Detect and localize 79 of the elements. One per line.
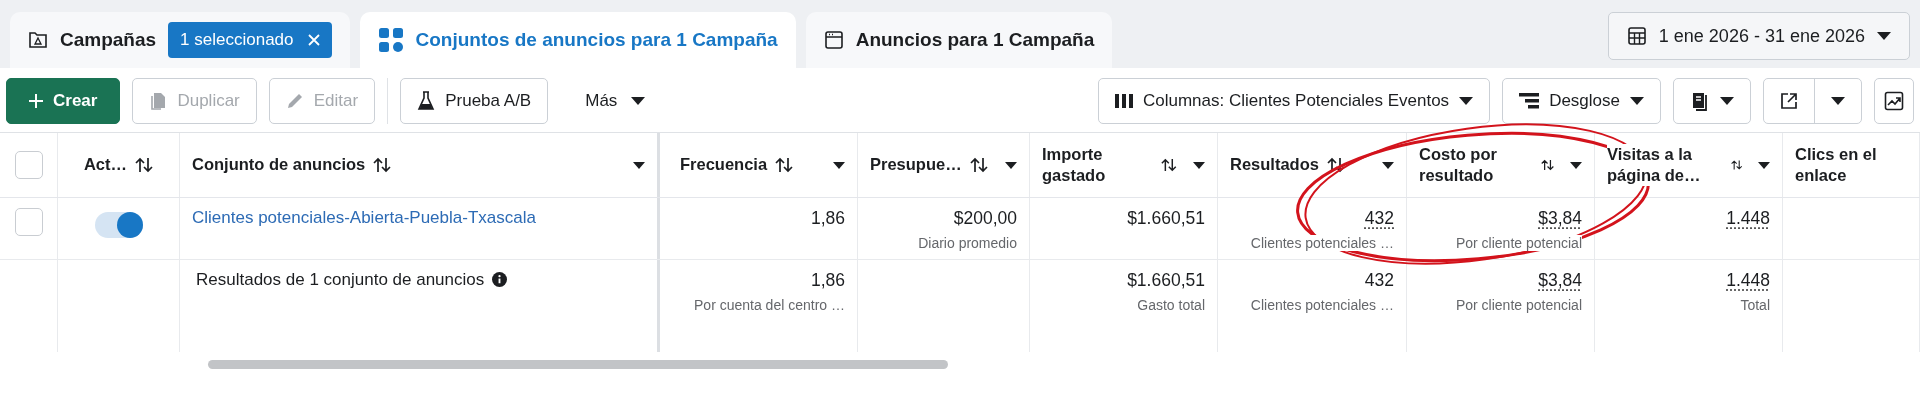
metric-caption: Por cliente potencial (1455, 235, 1582, 251)
metric-value: 1,86 (810, 208, 845, 229)
selection-badge: 1 seleccionado (168, 22, 332, 58)
metric-value: $200,00 (953, 208, 1017, 229)
metric-value: $3,84 (1538, 208, 1582, 229)
toolbar-dropdown[interactable]: Desglose (1502, 78, 1661, 124)
toolbar-dropdown[interactable] (1673, 78, 1751, 124)
caret-icon (1630, 97, 1644, 105)
column-header[interactable]: Frecuencia (668, 133, 858, 197)
caret-icon[interactable] (1758, 161, 1770, 169)
caret-icon[interactable] (1193, 161, 1205, 169)
caret-icon[interactable] (1382, 161, 1394, 169)
scrollbar-thumb[interactable] (208, 359, 948, 369)
tab[interactable]: Campañas 1 seleccionado (10, 12, 350, 68)
metric-value: $3,84 (1538, 270, 1582, 291)
toolbar-dropdown[interactable]: Columnas: Clientes Potenciales Eventos (1097, 78, 1491, 124)
sort-icon[interactable] (1326, 157, 1345, 173)
pencil-icon (285, 92, 304, 110)
metric-caption: Diario promedio (918, 235, 1017, 251)
caret-icon (1459, 97, 1474, 105)
breakdown-icon (1519, 93, 1540, 109)
metric-caption: Por cliente potencial (1455, 297, 1582, 313)
info-icon (492, 272, 508, 287)
select-all-checkbox[interactable] (14, 151, 43, 179)
caret-icon (1720, 97, 1734, 105)
metric-value: 432 (1364, 208, 1394, 229)
sort-icon[interactable] (1540, 157, 1554, 173)
metric-caption: Total (1740, 297, 1770, 313)
toggle-switch[interactable] (94, 212, 143, 238)
ad-set-link[interactable]: Clientes potenciales-Abierta-Puebla-Txascala (192, 208, 536, 259)
tab[interactable]: Anuncios para 1 Campaña (805, 12, 1113, 68)
line-chart-icon (1884, 91, 1904, 111)
export-split-button[interactable] (1763, 78, 1862, 124)
caret-icon[interactable] (833, 161, 845, 169)
column-header[interactable]: Resultados (1218, 133, 1407, 197)
grid-icon (377, 27, 404, 53)
sort-icon[interactable] (373, 157, 392, 173)
caret-icon (1877, 32, 1891, 40)
row-checkbox[interactable] (14, 208, 43, 236)
column-header[interactable]: Importe gastado (1030, 133, 1218, 197)
metric-caption: Gasto total (1137, 297, 1205, 313)
window-icon (823, 30, 844, 50)
column-header[interactable]: Presupue… (858, 133, 1030, 197)
metric-caption: Clientes potenciales … (1250, 235, 1394, 251)
metric-value: 1.448 (1726, 270, 1770, 291)
column-header[interactable]: Conjunto de anuncios (180, 133, 660, 197)
caret-icon[interactable] (1005, 161, 1017, 169)
plus-icon (29, 94, 43, 108)
close-icon[interactable] (307, 34, 320, 46)
sort-icon[interactable] (969, 157, 988, 173)
column-header[interactable]: Visitas a la página de… (1595, 133, 1783, 197)
flask-icon (417, 91, 436, 111)
toolbar-button[interactable]: Prueba A/B (400, 78, 549, 124)
toolbar-button[interactable]: Crear (6, 78, 121, 124)
export-icon (1780, 92, 1798, 110)
book-icon (1690, 91, 1710, 111)
date-range-button[interactable]: 1 ene 2026 - 31 ene 2026 (1607, 12, 1910, 60)
column-header[interactable]: Act… (58, 133, 180, 197)
tab[interactable]: Conjuntos de anuncios para 1 Campaña (359, 12, 796, 68)
caret-icon[interactable] (633, 161, 645, 169)
column-header[interactable]: Costo por resultado (1407, 133, 1595, 197)
metric-caption: Clientes potenciales … (1250, 297, 1394, 313)
metric-value: $1.660,51 (1127, 270, 1205, 291)
folder-icon (28, 31, 48, 49)
summary-label: Resultados de 1 conjunto de anuncios (196, 270, 485, 290)
copy-icon (149, 91, 168, 111)
caret-icon (631, 97, 646, 105)
sort-icon[interactable] (775, 157, 794, 173)
columns-icon (1114, 93, 1133, 109)
caret-icon (1831, 97, 1845, 105)
sort-icon[interactable] (1161, 157, 1177, 173)
metric-value: 1.448 (1726, 208, 1770, 229)
calendar-icon (1626, 26, 1647, 46)
chart-button[interactable] (1874, 78, 1914, 124)
metric-value: $1.660,51 (1127, 208, 1205, 229)
sort-icon[interactable] (135, 157, 154, 173)
caret-icon[interactable] (1570, 161, 1582, 169)
metric-caption: Por cuenta del centro … (694, 297, 845, 313)
metric-value: 1,86 (810, 270, 845, 291)
